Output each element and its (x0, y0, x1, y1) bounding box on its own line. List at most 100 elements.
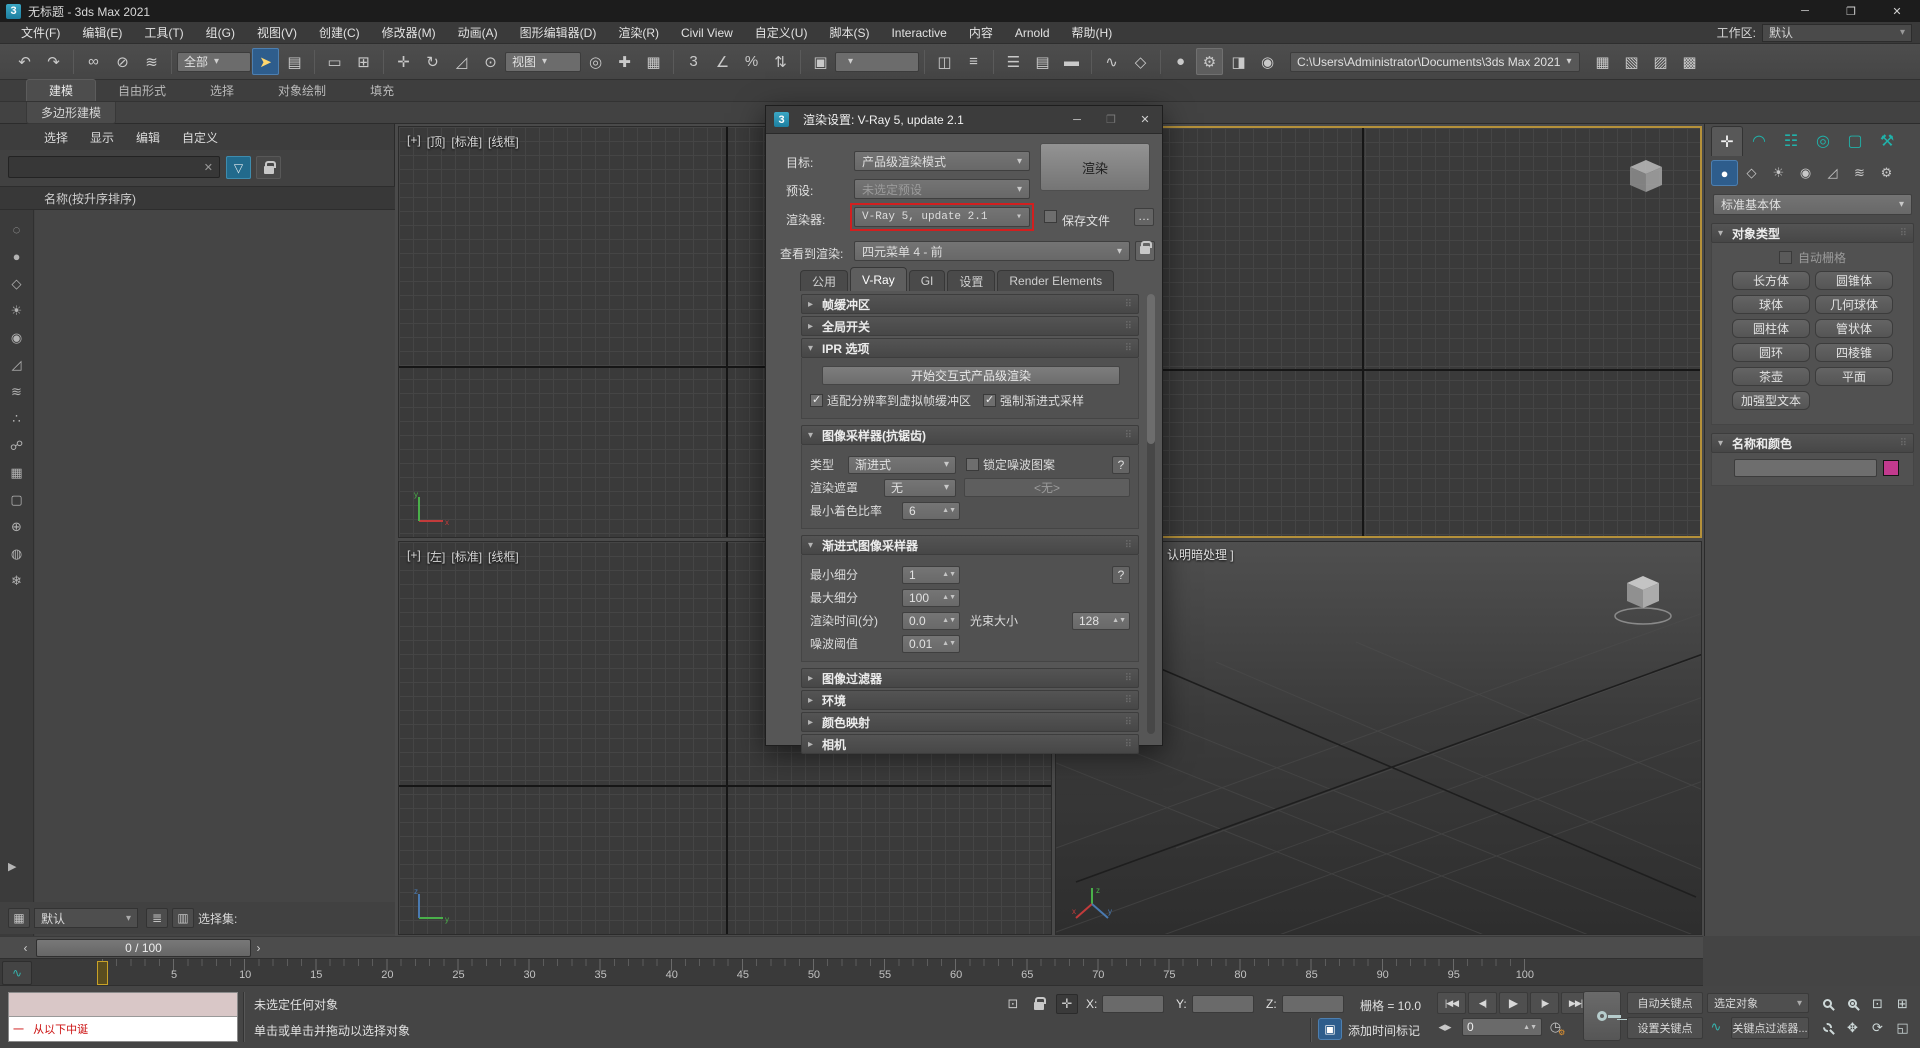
listener-pane[interactable]: 一 从以下中诞 (9, 1017, 237, 1041)
object-type-button[interactable]: 圆锥体 (1815, 271, 1893, 290)
object-type-button[interactable]: 管状体 (1815, 319, 1893, 338)
key-mode-toggle[interactable]: ◂▸ (1436, 1017, 1454, 1037)
menu-item[interactable]: 图形编辑器(D) (509, 22, 608, 44)
menu-item[interactable]: 渲染(R) (607, 22, 670, 44)
time-configuration-button[interactable]: ◷ ⚙ (1548, 1017, 1570, 1037)
display-materials-icon[interactable]: ◍ (4, 542, 30, 565)
dialog-minimize-button[interactable]: ─ (1060, 106, 1094, 134)
rollout-image-sampler[interactable]: ▾ 图像采样器(抗锯齿) ⠿ (801, 425, 1139, 445)
display-frozen-icon[interactable]: ❄ (4, 569, 30, 592)
menu-item[interactable]: 文件(F) (10, 22, 71, 44)
display-lights-icon[interactable]: ☀ (4, 299, 30, 322)
schematic-view-button[interactable]: ◇ (1127, 48, 1154, 75)
menu-item[interactable]: 工具(T) (133, 22, 194, 44)
space-warps-category-icon[interactable]: ≋ (1846, 160, 1873, 186)
noise-threshold-spinner[interactable]: 0.01 ▲▼ (902, 634, 960, 653)
current-frame-spinner[interactable]: 0 ▲▼ (1462, 1018, 1542, 1036)
min-subdivs-spinner[interactable]: 1 ▲▼ (902, 565, 960, 584)
lights-category-icon[interactable]: ☀ (1765, 160, 1792, 186)
selection-lock-toggle[interactable] (1028, 994, 1050, 1014)
rollout-progressive-sampler[interactable]: ▾ 渐进式图像采样器 ⠿ (801, 535, 1139, 555)
cameras-category-icon[interactable]: ◉ (1792, 160, 1819, 186)
zoom-region-button[interactable] (1816, 1017, 1839, 1038)
percent-snap-toggle[interactable]: % (738, 48, 765, 75)
select-by-name-button[interactable]: ▤ (281, 48, 308, 75)
selection-set-grid-icon[interactable]: ▦ (8, 908, 30, 928)
dialog-scrollbar[interactable] (1147, 294, 1155, 734)
save-file-checkbox[interactable] (1044, 210, 1057, 223)
rollout-name-and-color[interactable]: ▾ 名称和颜色 ⠿ (1711, 433, 1914, 453)
redo-button[interactable]: ↷ (40, 48, 67, 75)
y-coordinate-field[interactable] (1192, 995, 1254, 1013)
render-time-spinner[interactable]: 0.0 ▲▼ (902, 611, 960, 630)
menu-item[interactable]: 视图(V) (246, 22, 308, 44)
display-space-warps-icon[interactable]: ≋ (4, 380, 30, 403)
rollout-frame-buffer[interactable]: ▸ 帧缓冲区 ⠿ (801, 294, 1139, 314)
rollout-object-type[interactable]: ▾ 对象类型 ⠿ (1711, 223, 1914, 243)
viewport-label-item[interactable]: [顶] (427, 133, 446, 150)
explorer-menu-item[interactable]: 编辑 (136, 129, 160, 146)
target-dropdown[interactable]: 产品级渲染模式 (854, 151, 1030, 171)
use-pivot-center-button[interactable]: ◎ (582, 48, 609, 75)
align-button[interactable]: ≡ (960, 48, 987, 75)
mask-none-button[interactable]: <无> (964, 478, 1130, 497)
auto-key-button[interactable]: 自动关键点 (1627, 992, 1703, 1014)
menu-item[interactable]: 脚本(S) (818, 22, 880, 44)
time-slider-handle[interactable]: 0 / 100 (36, 938, 251, 957)
bundle-size-spinner[interactable]: 128 ▲▼ (1072, 611, 1130, 630)
project-options-button[interactable]: ▩ (1676, 48, 1703, 75)
spinner-snap-toggle[interactable]: ⇅ (767, 48, 794, 75)
ribbon-tab[interactable]: 自由形式 (96, 80, 188, 101)
rollout-environment[interactable]: ▸ 环境 ⠿ (801, 690, 1139, 710)
create-tab-icon[interactable]: ✛ (1711, 126, 1743, 156)
rollout-color-mapping[interactable]: ▸ 颜色映射 ⠿ (801, 712, 1139, 732)
unlink-selection-button[interactable]: ⊘ (109, 48, 136, 75)
force-progressive-checkbox[interactable] (983, 393, 997, 407)
toggle-layer-explorer-button[interactable]: ▤ (1029, 48, 1056, 75)
object-type-button[interactable]: 几何球体 (1815, 295, 1893, 314)
maximize-viewport-toggle[interactable]: ◱ (1891, 1017, 1914, 1038)
project-browse-button[interactable]: ▨ (1647, 48, 1674, 75)
rollout-ipr-options[interactable]: ▾ IPR 选项 ⠿ (801, 338, 1139, 358)
reference-coordinate-system-dropdown[interactable]: 视图 (505, 51, 581, 72)
view-to-render-dropdown[interactable]: 四元菜单 4 - 前 (854, 241, 1130, 261)
viewcube-icon[interactable] (1618, 154, 1674, 206)
save-file-browse-button[interactable]: … (1134, 208, 1154, 226)
key-mode-dropdown[interactable]: 选定对象 (1707, 993, 1809, 1013)
select-and-place-button[interactable]: ⊙ (477, 48, 504, 75)
viewport-label-item[interactable]: [标准] (451, 548, 482, 565)
clear-search-icon[interactable]: ✕ (198, 161, 219, 174)
explorer-search-input[interactable] (9, 160, 198, 174)
object-type-button[interactable]: 加强型文本 (1732, 391, 1810, 410)
display-cameras-icon[interactable]: ◉ (4, 326, 30, 349)
set-key-button[interactable]: 设置关键点 (1627, 1017, 1703, 1039)
ribbon-tab[interactable]: 选择 (188, 80, 256, 101)
workspace-dropdown[interactable]: 默认 (1762, 23, 1912, 42)
utilities-tab-icon[interactable]: ⚒ (1871, 126, 1903, 156)
menu-item[interactable]: 修改器(M) (371, 22, 447, 44)
menu-item[interactable]: 动画(A) (447, 22, 509, 44)
menu-item[interactable]: 自定义(U) (744, 22, 819, 44)
dialog-close-button[interactable]: ✕ (1128, 106, 1162, 134)
rollout-global-switches[interactable]: ▸ 全局开关 ⠿ (801, 316, 1139, 336)
display-groups-icon[interactable]: ▢ (4, 488, 30, 511)
systems-category-icon[interactable]: ⚙ (1873, 160, 1900, 186)
select-and-manipulate-button[interactable]: ✚ (611, 48, 638, 75)
isolate-selection-toggle[interactable]: ⊡ (1002, 994, 1024, 1014)
time-tag-cube-icon[interactable]: ▣ (1318, 1018, 1342, 1040)
select-and-rotate-button[interactable]: ↻ (419, 48, 446, 75)
geometry-category-icon[interactable]: ● (1711, 160, 1738, 186)
render-mask-dropdown[interactable]: 无 (884, 478, 956, 497)
explorer-menu-item[interactable]: 选择 (44, 129, 68, 146)
project-folder-dropdown[interactable]: C:\Users\Administrator\Documents\3ds Max… (1290, 51, 1580, 72)
list-views-icon[interactable]: ▥ (172, 908, 194, 928)
progressive-help-button[interactable]: ? (1112, 565, 1130, 584)
object-type-button[interactable]: 圆环 (1732, 343, 1810, 362)
select-and-scale-button[interactable]: ◿ (448, 48, 475, 75)
object-type-button[interactable]: 圆柱体 (1732, 319, 1810, 338)
object-type-button[interactable]: 长方体 (1732, 271, 1810, 290)
select-and-move-button[interactable]: ✛ (390, 48, 417, 75)
zoom-extents-button[interactable]: ⊡ (1866, 993, 1889, 1014)
toggle-scene-explorer-button[interactable]: ☰ (1000, 48, 1027, 75)
display-helpers-icon[interactable]: ◿ (4, 353, 30, 376)
